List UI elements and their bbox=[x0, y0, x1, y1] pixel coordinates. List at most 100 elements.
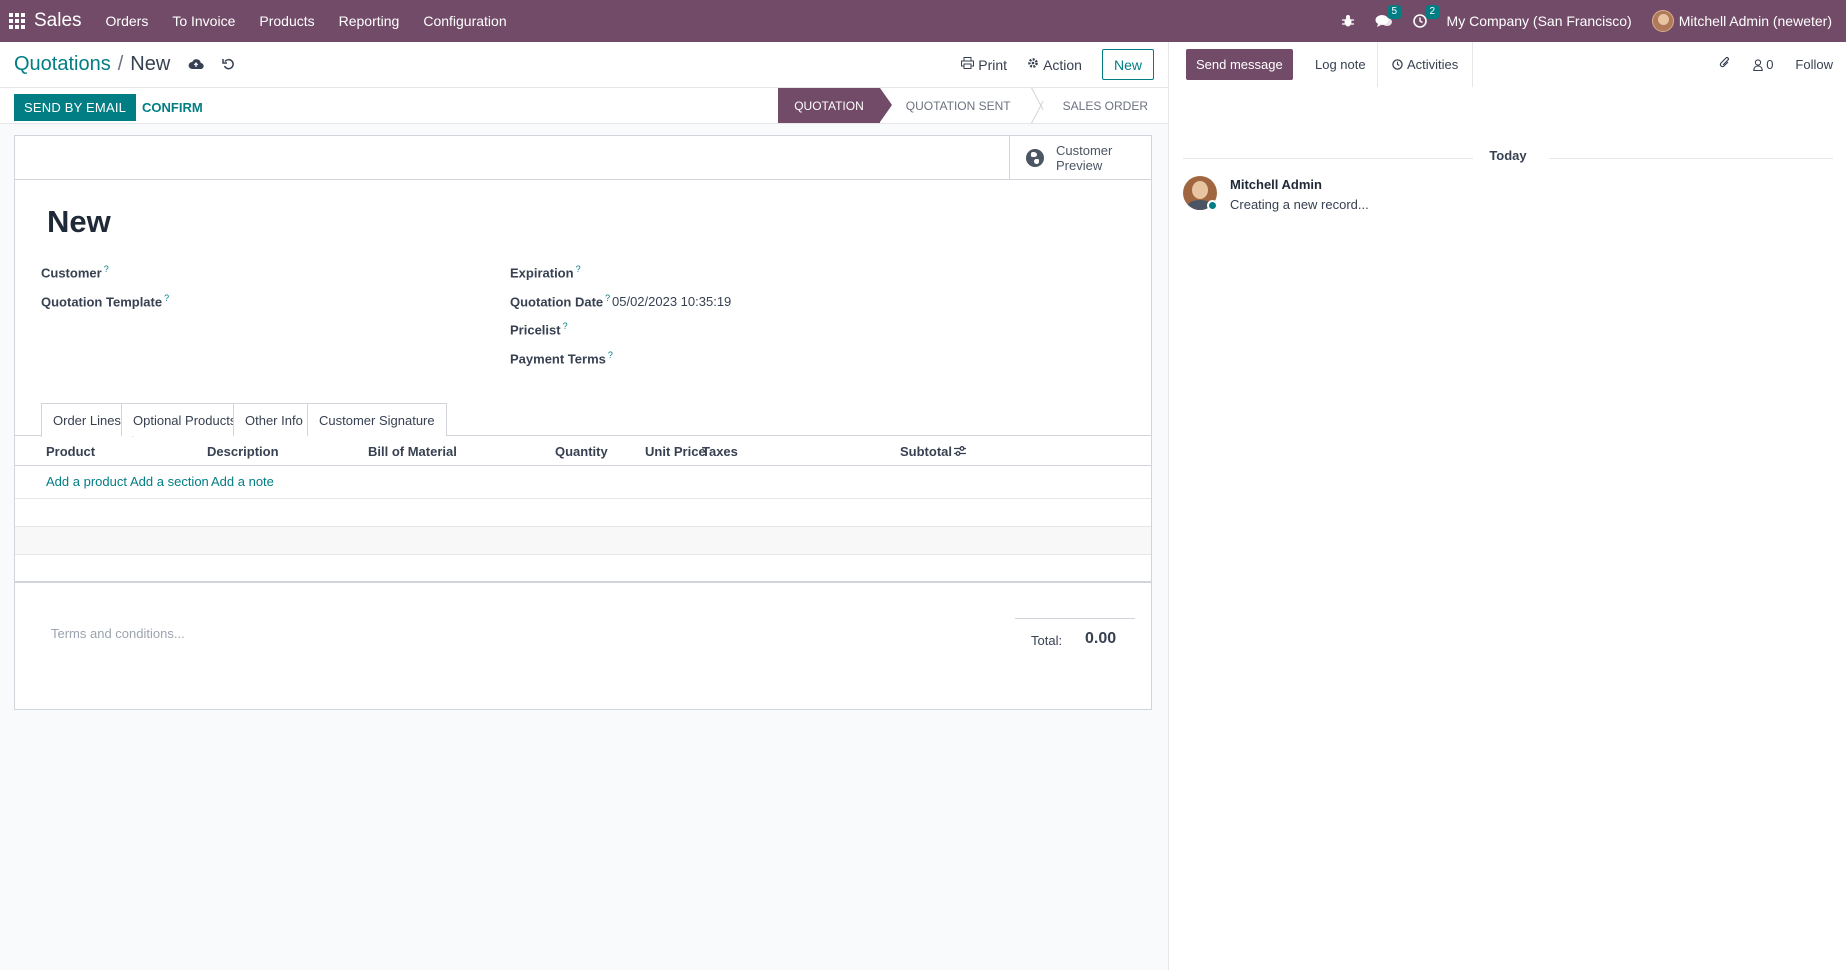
quotation-date-label: Quotation Date? bbox=[510, 293, 611, 310]
clock-icon bbox=[1392, 59, 1403, 70]
followers-button[interactable]: 0 bbox=[1753, 57, 1773, 72]
control-panel: Quotations / New Print Action New bbox=[0, 42, 1168, 87]
quotation-date-field[interactable]: 05/02/2023 10:35:19 bbox=[612, 294, 731, 309]
user-icon bbox=[1753, 58, 1763, 71]
chatter-panel: Send message Log note Activities 0 Follo… bbox=[1168, 42, 1846, 970]
help-tooltip-icon[interactable]: ? bbox=[563, 321, 568, 331]
activities-count-badge: 2 bbox=[1425, 5, 1440, 19]
notebook-tabs: Order Lines Optional Products Other Info… bbox=[15, 403, 1151, 437]
empty-row bbox=[15, 555, 1151, 583]
debug-bug-icon[interactable] bbox=[1341, 14, 1355, 28]
breadcrumb-current: New bbox=[130, 53, 171, 75]
column-unit-price[interactable]: Unit Price bbox=[645, 444, 706, 459]
customer-preview-button[interactable]: Customer Preview bbox=[1009, 136, 1151, 180]
smart-button-box: Customer Preview bbox=[15, 136, 1151, 180]
add-section-link[interactable]: Add a section bbox=[130, 474, 209, 489]
help-tooltip-icon[interactable]: ? bbox=[164, 293, 169, 303]
menu-configuration[interactable]: Configuration bbox=[423, 13, 506, 29]
follow-button[interactable]: Follow bbox=[1795, 57, 1833, 72]
stage-separator bbox=[1031, 88, 1043, 123]
help-tooltip-icon[interactable]: ? bbox=[605, 293, 610, 303]
empty-row bbox=[15, 499, 1151, 527]
status-bar: QUOTATION QUOTATION SENT SALES ORDER bbox=[778, 88, 1168, 123]
apps-menu-icon[interactable] bbox=[0, 0, 34, 42]
app-brand[interactable]: Sales bbox=[34, 10, 82, 32]
followers-count: 0 bbox=[1766, 57, 1774, 72]
new-button[interactable]: New bbox=[1101, 49, 1154, 80]
add-product-link[interactable]: Add a product bbox=[46, 474, 127, 489]
help-tooltip-icon[interactable]: ? bbox=[104, 264, 109, 274]
online-status-indicator bbox=[1207, 200, 1218, 211]
quotation-template-label: Quotation Template? bbox=[41, 293, 170, 310]
help-tooltip-icon[interactable]: ? bbox=[608, 350, 613, 360]
order-lines-header: Product Description Bill of Material Qua… bbox=[15, 436, 1151, 466]
log-note-button[interactable]: Log note bbox=[1307, 49, 1374, 80]
save-cloud-icon[interactable] bbox=[188, 57, 204, 73]
stage-quotation[interactable]: QUOTATION bbox=[778, 88, 892, 123]
date-divider-today: Today bbox=[1489, 148, 1527, 163]
empty-row bbox=[15, 527, 1151, 555]
attachment-paperclip-icon[interactable] bbox=[1719, 56, 1731, 73]
print-button[interactable]: Print bbox=[961, 57, 1007, 73]
pricelist-label: Pricelist? bbox=[510, 321, 568, 338]
systray: 5 2 My Company (San Francisco) Mitchell … bbox=[1341, 0, 1846, 42]
add-note-link[interactable]: Add a note bbox=[211, 474, 274, 489]
payment-terms-label: Payment Terms? bbox=[510, 350, 613, 367]
terms-and-conditions-field[interactable]: Terms and conditions... bbox=[51, 626, 185, 641]
menu-orders[interactable]: Orders bbox=[106, 13, 149, 29]
top-navbar: Sales Orders To Invoice Products Reporti… bbox=[0, 0, 1846, 42]
stage-sales-order[interactable]: SALES ORDER bbox=[1043, 88, 1168, 123]
column-quantity[interactable]: Quantity bbox=[555, 444, 608, 459]
action-label: Action bbox=[1043, 56, 1082, 73]
chatter-topbar: Send message Log note Activities 0 Follo… bbox=[1169, 42, 1846, 87]
control-panel-actions: Print Action New bbox=[961, 49, 1154, 80]
expiration-label: Expiration? bbox=[510, 264, 581, 281]
send-message-button[interactable]: Send message bbox=[1186, 49, 1293, 80]
confirm-button[interactable]: CONFIRM bbox=[142, 94, 203, 121]
record-title: New bbox=[47, 204, 111, 239]
tab-order-lines[interactable]: Order Lines bbox=[41, 403, 133, 437]
messages-icon[interactable]: 5 bbox=[1375, 5, 1402, 28]
breadcrumb-quotations-link[interactable]: Quotations bbox=[14, 53, 111, 76]
discard-undo-icon[interactable] bbox=[222, 57, 235, 73]
total-divider bbox=[1015, 618, 1135, 619]
customer-label: Customer? bbox=[41, 264, 109, 281]
activities-button[interactable]: Activities bbox=[1377, 42, 1474, 87]
activities-clock-icon[interactable]: 2 bbox=[1412, 5, 1440, 28]
optional-columns-toggle-icon[interactable] bbox=[953, 445, 967, 460]
total-amount: 0.00 bbox=[1085, 630, 1117, 647]
message-body: Creating a new record... bbox=[1230, 197, 1369, 212]
menu-to-invoice[interactable]: To Invoice bbox=[172, 13, 235, 29]
globe-icon bbox=[1026, 149, 1044, 167]
breadcrumb: Quotations / New bbox=[14, 53, 235, 76]
column-description[interactable]: Description bbox=[207, 444, 279, 459]
print-icon bbox=[961, 57, 975, 72]
menu-reporting[interactable]: Reporting bbox=[339, 13, 400, 29]
gear-icon bbox=[1027, 57, 1039, 72]
stage-quotation-sent[interactable]: QUOTATION SENT bbox=[880, 88, 1031, 123]
company-switcher[interactable]: My Company (San Francisco) bbox=[1447, 13, 1632, 29]
column-bill-of-material[interactable]: Bill of Material bbox=[368, 444, 457, 459]
tab-customer-signature[interactable]: Customer Signature bbox=[307, 403, 447, 436]
menu-products[interactable]: Products bbox=[259, 13, 314, 29]
form-sheet: Customer Preview New Customer? Quotation… bbox=[14, 135, 1152, 710]
form-pane: Quotations / New Print Action New SEND B… bbox=[0, 42, 1168, 970]
breadcrumb-separator: / bbox=[117, 53, 124, 75]
help-tooltip-icon[interactable]: ? bbox=[576, 264, 581, 274]
user-name: Mitchell Admin (neweter) bbox=[1678, 13, 1832, 29]
tab-optional-products[interactable]: Optional Products bbox=[121, 403, 249, 436]
print-label: Print bbox=[978, 56, 1008, 73]
column-subtotal[interactable]: Subtotal bbox=[900, 444, 952, 459]
message-author[interactable]: Mitchell Admin bbox=[1230, 177, 1322, 192]
column-product[interactable]: Product bbox=[46, 444, 95, 459]
column-taxes[interactable]: Taxes bbox=[702, 444, 738, 459]
user-menu[interactable]: Mitchell Admin (neweter) bbox=[1651, 10, 1832, 32]
chatter-topbar-right: 0 Follow bbox=[1697, 42, 1833, 87]
form-header: SEND BY EMAIL CONFIRM QUOTATION QUOTATIO… bbox=[0, 87, 1168, 124]
tab-other-info[interactable]: Other Info bbox=[233, 403, 315, 436]
action-button[interactable]: Action bbox=[1027, 57, 1082, 73]
customer-preview-label: Customer Preview bbox=[1056, 143, 1113, 173]
send-by-email-button[interactable]: SEND BY EMAIL bbox=[14, 94, 137, 121]
user-avatar bbox=[1651, 10, 1674, 32]
add-line-row: Add a product Add a section Add a note bbox=[15, 466, 1151, 499]
